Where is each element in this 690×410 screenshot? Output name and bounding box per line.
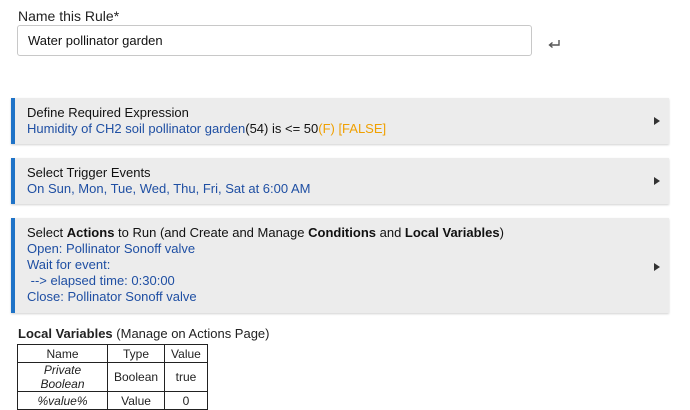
action-line: --> elapsed time: 0:30:00: [27, 273, 175, 288]
action-line: Open: Pollinator Sonoff valve: [27, 241, 196, 256]
expression-text: Humidity of CH2 soil pollinator garden(5…: [27, 121, 387, 136]
table-row: %value% Value 0: [17, 391, 208, 410]
action-line: Wait for event:: [27, 257, 111, 272]
section-expression[interactable]: Define Required Expression Humidity of C…: [11, 98, 669, 144]
section-trigger-title: Select Trigger Events: [27, 165, 151, 180]
table-row: Private Boolean Boolean true: [17, 362, 208, 392]
column-header-value: Value: [164, 344, 208, 363]
section-actions-title: Select Actions to Run (and Create and Ma…: [27, 225, 504, 240]
variable-value: 0: [164, 391, 208, 410]
column-header-type: Type: [106, 344, 166, 363]
variable-name: %value%: [17, 391, 108, 410]
local-variables-heading: Local Variables (Manage on Actions Page): [18, 326, 270, 341]
variable-type: Value: [106, 391, 166, 410]
local-variables-table: Name Type Value Private Boolean Boolean …: [17, 344, 208, 410]
trigger-text: On Sun, Mon, Tue, Wed, Thu, Fri, Sat at …: [27, 181, 311, 196]
rule-name-label: Name this Rule*: [18, 8, 120, 24]
enter-icon[interactable]: [546, 38, 562, 52]
variable-name: Private Boolean: [17, 362, 108, 392]
action-line: Close: Pollinator Sonoff valve: [27, 289, 197, 304]
section-actions[interactable]: Select Actions to Run (and Create and Ma…: [11, 218, 669, 313]
expand-arrow-icon[interactable]: [654, 117, 660, 125]
section-expression-title: Define Required Expression: [27, 105, 189, 120]
variable-value: true: [164, 362, 208, 392]
section-trigger[interactable]: Select Trigger Events On Sun, Mon, Tue, …: [11, 158, 669, 204]
table-header-row: Name Type Value: [17, 344, 208, 363]
rule-name-input[interactable]: Water pollinator garden: [17, 25, 532, 56]
expand-arrow-icon[interactable]: [654, 177, 660, 185]
variable-type: Boolean: [106, 362, 166, 392]
expand-arrow-icon[interactable]: [654, 263, 660, 271]
column-header-name: Name: [17, 344, 108, 363]
